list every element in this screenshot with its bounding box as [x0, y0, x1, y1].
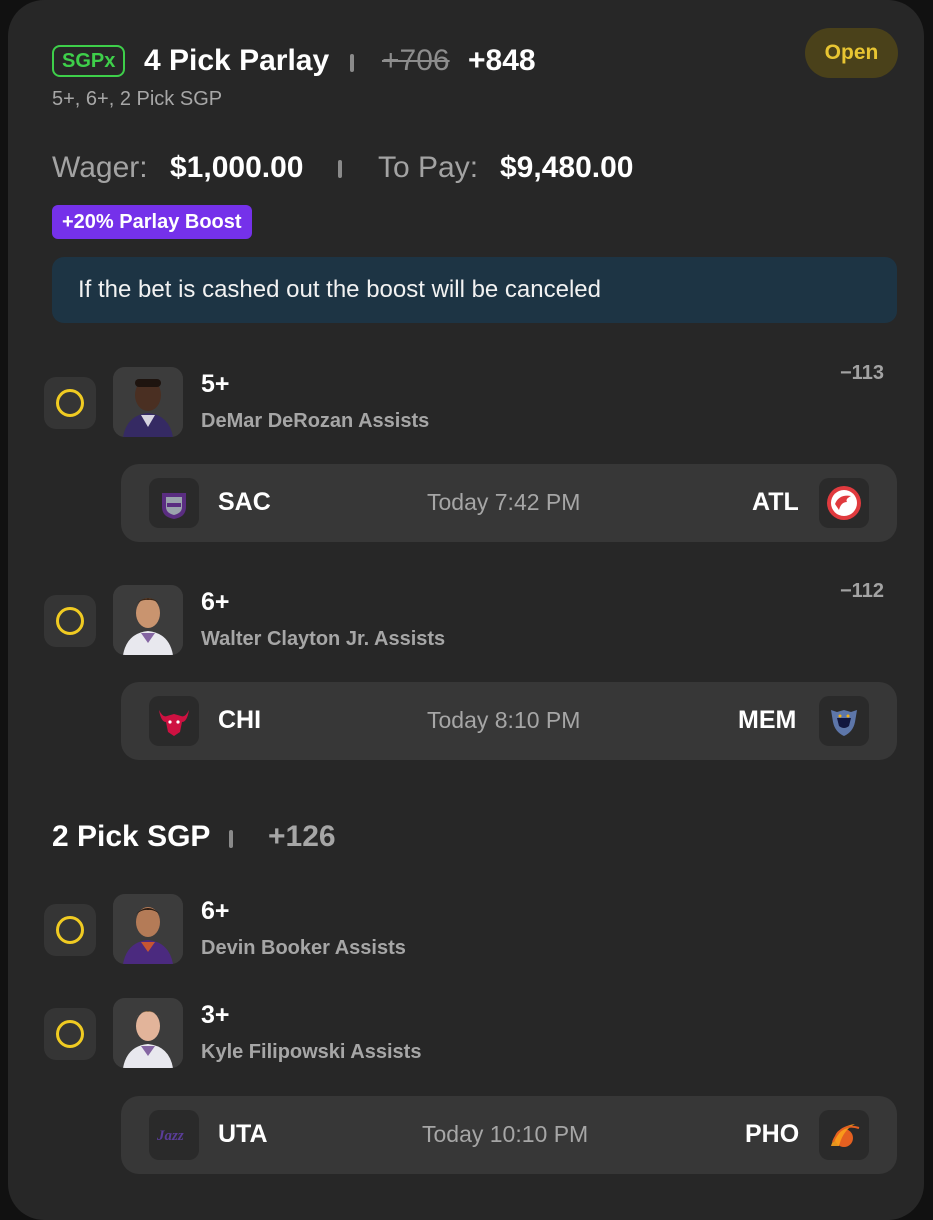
pick-odds: −112: [840, 580, 884, 602]
hawks-logo-icon: [819, 478, 869, 528]
player-avatar: [113, 585, 183, 655]
suns-logo-icon: [819, 1110, 869, 1160]
away-team: MEM: [738, 706, 797, 734]
pick-status-button[interactable]: [44, 1008, 96, 1060]
player-photo-icon: [113, 894, 183, 964]
sgpx-tag: SGPx: [52, 45, 126, 77]
pick-line: 6+: [201, 588, 230, 616]
pending-circle-icon: [56, 1020, 84, 1048]
pending-circle-icon: [56, 916, 84, 944]
parlay-subtitle: 5+, 6+, 2 Pick SGP: [52, 88, 223, 110]
topay-value: $9,480.00: [500, 151, 634, 184]
pick-status-button[interactable]: [44, 595, 96, 647]
wager-divider: [338, 160, 342, 178]
game-row: Jazz UTA Today 10:10 PM PHO: [121, 1096, 897, 1174]
parlay-boost-badge: +20% Parlay Boost: [52, 205, 252, 239]
home-team: SAC: [218, 488, 271, 516]
pick-description: DeMar DeRozan Assists: [201, 410, 430, 432]
sgp-odds: +126: [268, 820, 336, 853]
pick-line: 6+: [201, 897, 230, 925]
jazz-logo-icon: Jazz: [149, 1110, 199, 1160]
status-badge: Open: [805, 28, 898, 78]
boost-notice: If the bet is cashed out the boost will …: [52, 257, 897, 323]
pending-circle-icon: [56, 389, 84, 417]
pick-status-button[interactable]: [44, 904, 96, 956]
sgp-title: 2 Pick SGP: [52, 820, 211, 853]
player-avatar: [113, 998, 183, 1068]
sgp-divider: [229, 830, 233, 848]
pick-status-button[interactable]: [44, 377, 96, 429]
player-photo-icon: [113, 367, 183, 437]
game-row: CHI Today 8:10 PM MEM: [121, 682, 897, 760]
pick-description: Walter Clayton Jr. Assists: [201, 628, 446, 650]
home-team: CHI: [218, 706, 262, 734]
original-odds: +706: [382, 44, 450, 77]
parlay-title: 4 Pick Parlay: [144, 44, 330, 77]
topay-label: To Pay:: [378, 151, 479, 184]
home-team: UTA: [218, 1120, 268, 1148]
header-divider: [350, 54, 354, 72]
wager-label: Wager:: [52, 151, 148, 184]
pick-line: 3+: [201, 1001, 230, 1029]
boosted-odds: +848: [468, 44, 536, 77]
bulls-logo-icon: [149, 696, 199, 746]
kings-logo-icon: [149, 478, 199, 528]
player-photo-icon: [113, 585, 183, 655]
game-row: SAC Today 7:42 PM ATL: [121, 464, 897, 542]
pick-line: 5+: [201, 370, 230, 398]
grizzlies-logo-icon: [819, 696, 869, 746]
pick-description: Kyle Filipowski Assists: [201, 1041, 422, 1063]
pending-circle-icon: [56, 607, 84, 635]
game-time: Today 10:10 PM: [422, 1121, 589, 1147]
away-team: PHO: [745, 1120, 800, 1148]
game-time: Today 7:42 PM: [427, 489, 581, 515]
away-team: ATL: [752, 488, 799, 516]
player-photo-icon: [113, 998, 183, 1068]
pick-odds: −113: [840, 362, 884, 384]
svg-text:Jazz: Jazz: [156, 1128, 184, 1144]
bet-card: SGPx 4 Pick Parlay +706 +848 5+, 6+, 2 P…: [8, 0, 924, 1220]
game-time: Today 8:10 PM: [427, 707, 581, 733]
player-avatar: [113, 894, 183, 964]
player-avatar: [113, 367, 183, 437]
wager-value: $1,000.00: [170, 151, 304, 184]
pick-description: Devin Booker Assists: [201, 937, 406, 959]
